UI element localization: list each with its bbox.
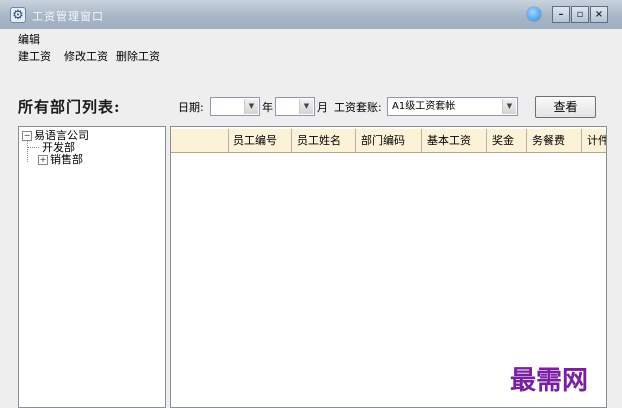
title-bar[interactable]: ⚙ 工资管理窗口 – ▫ × xyxy=(0,0,622,29)
salary-management-window: ⚙ 工资管理窗口 – ▫ × 编辑 建工资 修改工资 删除工资 所有部门列表: … xyxy=(0,0,622,408)
menu-edit[interactable]: 编辑 xyxy=(18,31,40,47)
watermark: 最需网 xyxy=(510,366,589,396)
month-select[interactable]: ▼ xyxy=(275,97,315,116)
ledger-label: 工资套账: xyxy=(334,101,382,114)
tree-node-label: 销售部 xyxy=(50,153,83,166)
tree-connector xyxy=(27,147,39,148)
window-controls: – ▫ × xyxy=(552,6,609,24)
menu-bar: 编辑 xyxy=(0,29,622,47)
row-header-corner xyxy=(173,129,229,152)
help-icon[interactable] xyxy=(527,7,541,21)
year-select[interactable]: ▼ xyxy=(210,97,260,116)
create-salary-button[interactable]: 建工资 xyxy=(18,48,51,64)
column-header[interactable]: 员工编号 xyxy=(228,129,292,152)
delete-salary-button[interactable]: 删除工资 xyxy=(116,48,160,64)
chevron-down-icon[interactable]: ▼ xyxy=(502,99,516,114)
tree-node-sales[interactable]: + 销售部 xyxy=(38,154,83,166)
column-header[interactable]: 部门编码 xyxy=(356,129,422,152)
ledger-select[interactable]: A1级工资套帐 ▼ xyxy=(387,97,518,116)
toolbar: 建工资 修改工资 删除工资 xyxy=(0,46,622,64)
close-icon[interactable]: × xyxy=(590,6,608,23)
tree-connector xyxy=(27,140,28,162)
date-label: 日期: xyxy=(178,101,204,114)
ledger-value: A1级工资套帐 xyxy=(392,101,456,112)
column-header[interactable]: 员工姓名 xyxy=(292,129,356,152)
department-list-heading: 所有部门列表: xyxy=(18,98,121,116)
grid-header: 员工编号 员工姓名 部门编码 基本工资 奖金 务餐费 计件 xyxy=(171,129,606,153)
column-header[interactable]: 务餐费 xyxy=(527,129,582,152)
column-header[interactable]: 奖金 xyxy=(487,129,527,152)
salary-app-icon[interactable]: ⚙ xyxy=(10,7,26,23)
minimize-icon[interactable]: – xyxy=(552,6,570,23)
column-header[interactable]: 计件 xyxy=(582,129,606,152)
column-header[interactable]: 基本工资 xyxy=(422,129,487,152)
month-suffix: 月 xyxy=(317,101,328,114)
plus-icon[interactable]: + xyxy=(38,155,48,165)
chevron-down-icon[interactable]: ▼ xyxy=(299,99,313,114)
department-tree[interactable]: − 易语言公司 开发部 + 销售部 xyxy=(18,126,166,408)
view-button[interactable]: 查看 xyxy=(535,96,596,118)
chevron-down-icon[interactable]: ▼ xyxy=(244,99,258,114)
restore-icon[interactable]: ▫ xyxy=(571,6,589,23)
year-suffix: 年 xyxy=(262,101,273,114)
minus-icon[interactable]: − xyxy=(22,131,32,141)
modify-salary-button[interactable]: 修改工资 xyxy=(64,48,108,64)
window-title: 工资管理窗口 xyxy=(32,10,104,23)
